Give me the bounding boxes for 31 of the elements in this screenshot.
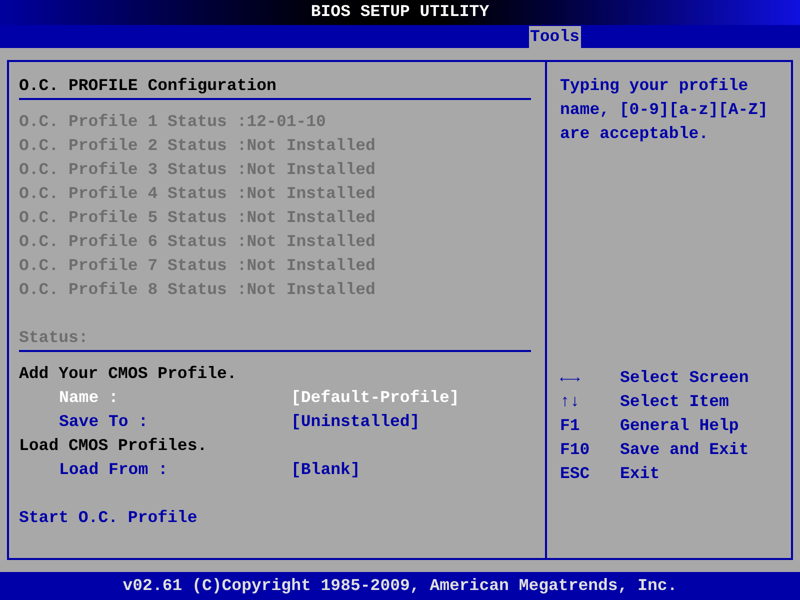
profile-status: O.C. Profile 5 Status :Not Installed [19,207,376,229]
profile-status: O.C. Profile 3 Status :Not Installed [19,159,376,181]
section-title: O.C. PROFILE Configuration [19,75,278,97]
tab[interactable]: Tools [529,26,581,48]
key-label: ←→ [560,367,581,389]
option-value[interactable]: [Blank] [291,458,360,482]
option-value[interactable]: [Uninstalled] [291,410,420,434]
group-heading: Add Your CMOS Profile. [19,363,238,385]
key-label: ↑↓ [560,391,581,413]
window-title: BIOS SETUP UTILITY [310,4,490,21]
profile-status: O.C. Profile 8 Status :Not Installed [19,279,376,301]
key-label: F1 [560,415,581,437]
status-label: Status: [19,327,90,349]
profile-status: O.C. Profile 7 Status :Not Installed [19,255,376,277]
key-action: Save and Exit [620,439,749,461]
key-action: Exit [620,463,660,485]
group-heading: Load CMOS Profiles. [19,435,208,457]
key-label: ESC [560,463,591,485]
profile-status: O.C. Profile 1 Status :12-01-10 [19,111,327,133]
profile-status: O.C. Profile 2 Status :Not Installed [19,135,376,157]
help-text: Typing your profile name, [0-9][a-z][A-Z] are acceptable. [560,75,769,145]
option-label[interactable]: Load From : [19,458,291,482]
key-action: Select Screen [620,367,749,389]
copyright-text: v02.61 (C)Copyright 1985-2009, American Megatrends, Inc. [122,578,678,594]
menu-action[interactable]: Start O.C. Profile [19,506,531,530]
option-label[interactable]: Save To : [19,410,291,434]
key-action: Select Item [620,391,729,413]
key-action: General Help [620,415,739,437]
key-label: F10 [560,439,591,461]
profile-status: O.C. Profile 6 Status :Not Installed [19,231,376,253]
profile-status: O.C. Profile 4 Status :Not Installed [19,183,376,205]
